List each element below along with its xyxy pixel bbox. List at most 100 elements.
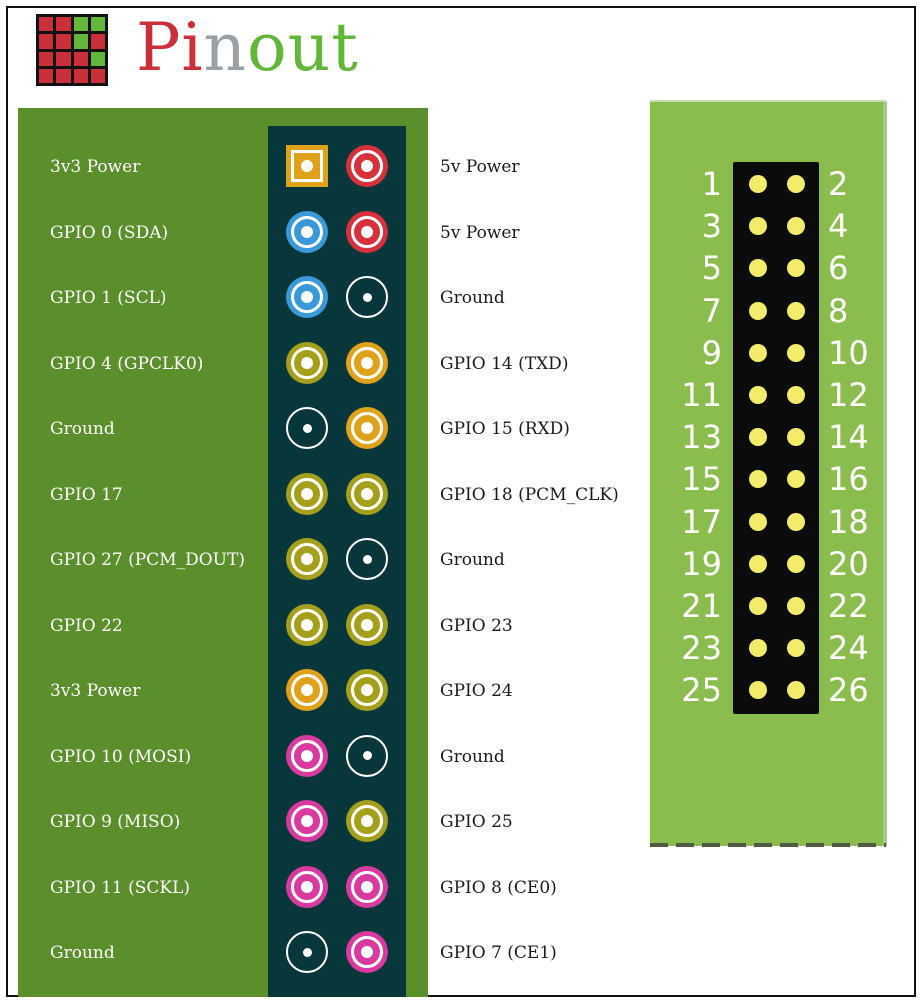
header-pin-number-odd: 9 [701,333,722,372]
pin-label-right: GPIO 25 [440,812,513,832]
gpio-pin-icon [346,800,388,842]
header-pin-dot-icon [749,512,767,531]
ground-pin-icon [346,538,388,580]
spi-pin-icon [286,734,328,777]
header-pin-dot-icon [787,217,805,236]
header-pin-dot-icon [787,639,805,658]
logo-grid-cell [90,17,105,32]
logo-text-part: out [247,9,359,86]
pinout-row: Ground GPIO 7 (CE1) [0,920,924,986]
header-pin-row: 78 [650,290,886,332]
header-pin-row: 15 16 [650,458,886,500]
pin-label-left: GPIO 9 (MISO) [50,812,181,832]
logo-grid-cell [73,17,88,32]
header-pin-number-even: 6 [828,249,849,288]
logo-grid-cell [39,68,54,83]
header-pin-dot-icon [749,175,767,193]
header-pin-row: 11 12 [650,374,886,416]
logo-text-part: Pi [136,9,204,86]
uart-pin-icon [346,341,388,384]
pin-label-right: GPIO 18 (PCM_CLK) [440,484,619,505]
pin-label-left: GPIO 0 (SDA) [50,222,169,243]
power3v3-pin-icon [286,145,328,187]
header-pin-number-even: 10 [828,333,869,372]
header-pin-number-even: 14 [828,418,869,457]
header-pin-number-odd: 13 [681,418,722,457]
gpio-pin-icon [286,603,328,646]
pin-label-left: Ground [50,419,115,439]
header-pin-number-odd: 21 [681,587,722,625]
logo-grid-cell [56,17,71,32]
header-pin-number-even: 22 [828,587,869,625]
spi-pin-icon [286,800,328,842]
header-pin-row: 17 18 [650,501,886,543]
logo-grid-cell [73,51,88,66]
pin-label-left: GPIO 11 (SCKL) [50,877,191,898]
header-pin-dot-icon [749,639,767,658]
header-pin-dot-icon [787,597,805,615]
ground-pin-icon [286,931,328,973]
header-pin-number-odd: 3 [701,207,722,246]
header-pin-row: 9 10 [650,332,886,374]
header-pin-number-even: 8 [828,291,849,330]
logo-grid-cell [39,34,54,49]
logo-grid-cell [39,51,54,66]
pin-label-right: GPIO 8 (CE0) [440,877,557,898]
header-pin-number-odd: 17 [681,502,722,541]
header-pin-dot-icon [749,343,767,362]
header-pin-dot-icon [749,428,767,447]
pin-label-left: GPIO 22 [50,615,123,636]
header-pin-dot-icon [749,681,767,700]
header-pin-row: 12 [650,163,886,205]
logo-grid-cell [73,68,88,83]
pin-label-right: Ground [440,288,505,308]
logo-grid-cell [90,34,105,49]
header-pin-row: 19 20 [650,543,886,585]
header-pin-number-even: 2 [828,165,849,203]
header-pin-dot-icon [749,386,767,404]
header-pin-row: 21 22 [650,585,886,627]
gpio-pin-icon [286,341,328,384]
header-pin-dot-icon [787,259,805,278]
header-pin-dot-icon [787,681,805,700]
pin-label-right: GPIO 14 (TXD) [440,353,569,374]
header-pin-number-even: 26 [828,671,869,710]
logo-grid-cell [56,68,71,83]
header-pin-number-even: 18 [828,502,869,541]
header-pin-number-odd: 5 [701,249,722,288]
header-pin-number-even: 24 [828,629,869,668]
logo-title: Pinout [136,8,359,88]
gpio-pin-icon [346,669,388,711]
header-pin-dot-icon [787,512,805,531]
logo-grid-cell [39,17,54,32]
ground-pin-icon [346,734,388,777]
header-pin-number-odd: 19 [681,544,722,583]
pin-label-left: GPIO 17 [50,484,123,505]
i2c-pin-icon [286,210,328,253]
header-pin-dot-icon [787,428,805,447]
gpio-pin-icon [346,472,388,515]
logo-grid-cell [56,34,71,49]
pin-label-left: GPIO 4 (GPCLK0) [50,353,204,374]
pin-label-left: 3v3 Power [50,157,141,177]
pin-label-right: 5v Power [440,222,520,243]
header-pin-dot-icon [749,217,767,236]
header-pin-number-even: 20 [828,544,869,583]
header-pin-dot-icon [787,386,805,404]
pinout-row: GPIO 11 (SCKL) GPIO 8 (CE0) [0,855,924,921]
pin-label-left: GPIO 10 (MOSI) [50,746,192,767]
logo-text-part: n [203,9,248,86]
logo-grid-cell [73,34,88,49]
pin-label-right: GPIO 15 (RXD) [440,419,570,439]
header-pin-number-odd: 25 [681,671,722,710]
header-pin-dot-icon [787,554,805,573]
header-pin-number-even: 16 [828,460,869,499]
pin-label-left: 3v3 Power [50,681,141,701]
pin-label-right: GPIO 24 [440,681,513,701]
header-pin-row: 25 26 [650,669,886,711]
i2c-pin-icon [286,276,328,318]
header-pin-dot-icon [749,470,767,489]
header-pin-row: 13 14 [650,416,886,458]
gpio-pin-icon [286,472,328,515]
header-pin-number-odd: 23 [681,629,722,668]
